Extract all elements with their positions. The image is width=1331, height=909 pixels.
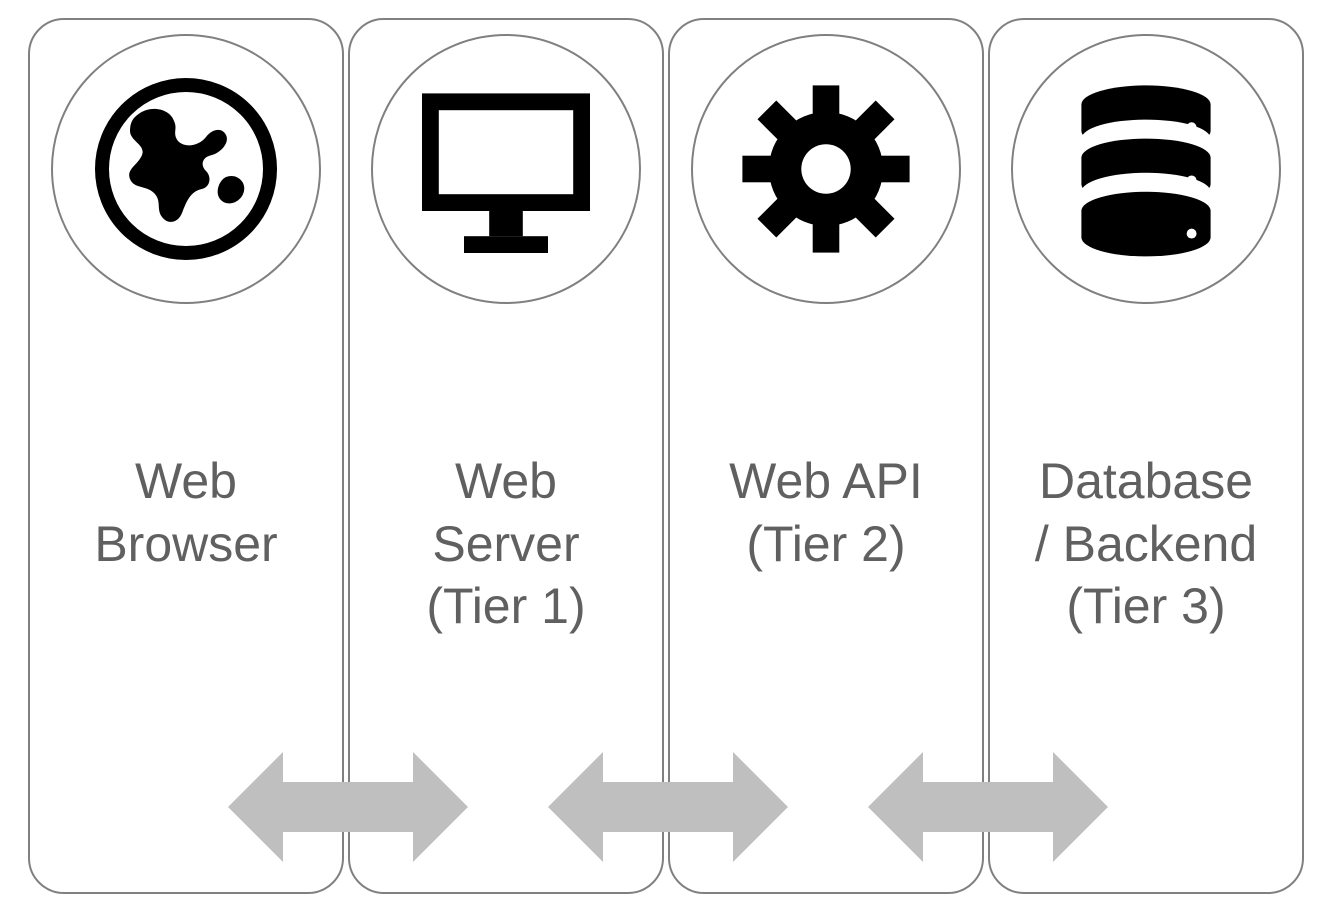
- architecture-diagram: Web Browser Web Server (Tier 1): [28, 18, 1308, 894]
- gear-icon: [691, 34, 961, 304]
- tier-label: Web Server (Tier 1): [350, 450, 662, 638]
- database-icon: [1011, 34, 1281, 304]
- tier-label: Database / Backend (Tier 3): [990, 450, 1302, 638]
- bidirectional-arrow-icon: [868, 752, 1108, 862]
- tier-label: Web Browser: [30, 450, 342, 575]
- bidirectional-arrow-icon: [548, 752, 788, 862]
- tier-label: Web API (Tier 2): [670, 450, 982, 575]
- monitor-icon: [371, 34, 641, 304]
- bidirectional-arrow-icon: [228, 752, 468, 862]
- globe-icon: [51, 34, 321, 304]
